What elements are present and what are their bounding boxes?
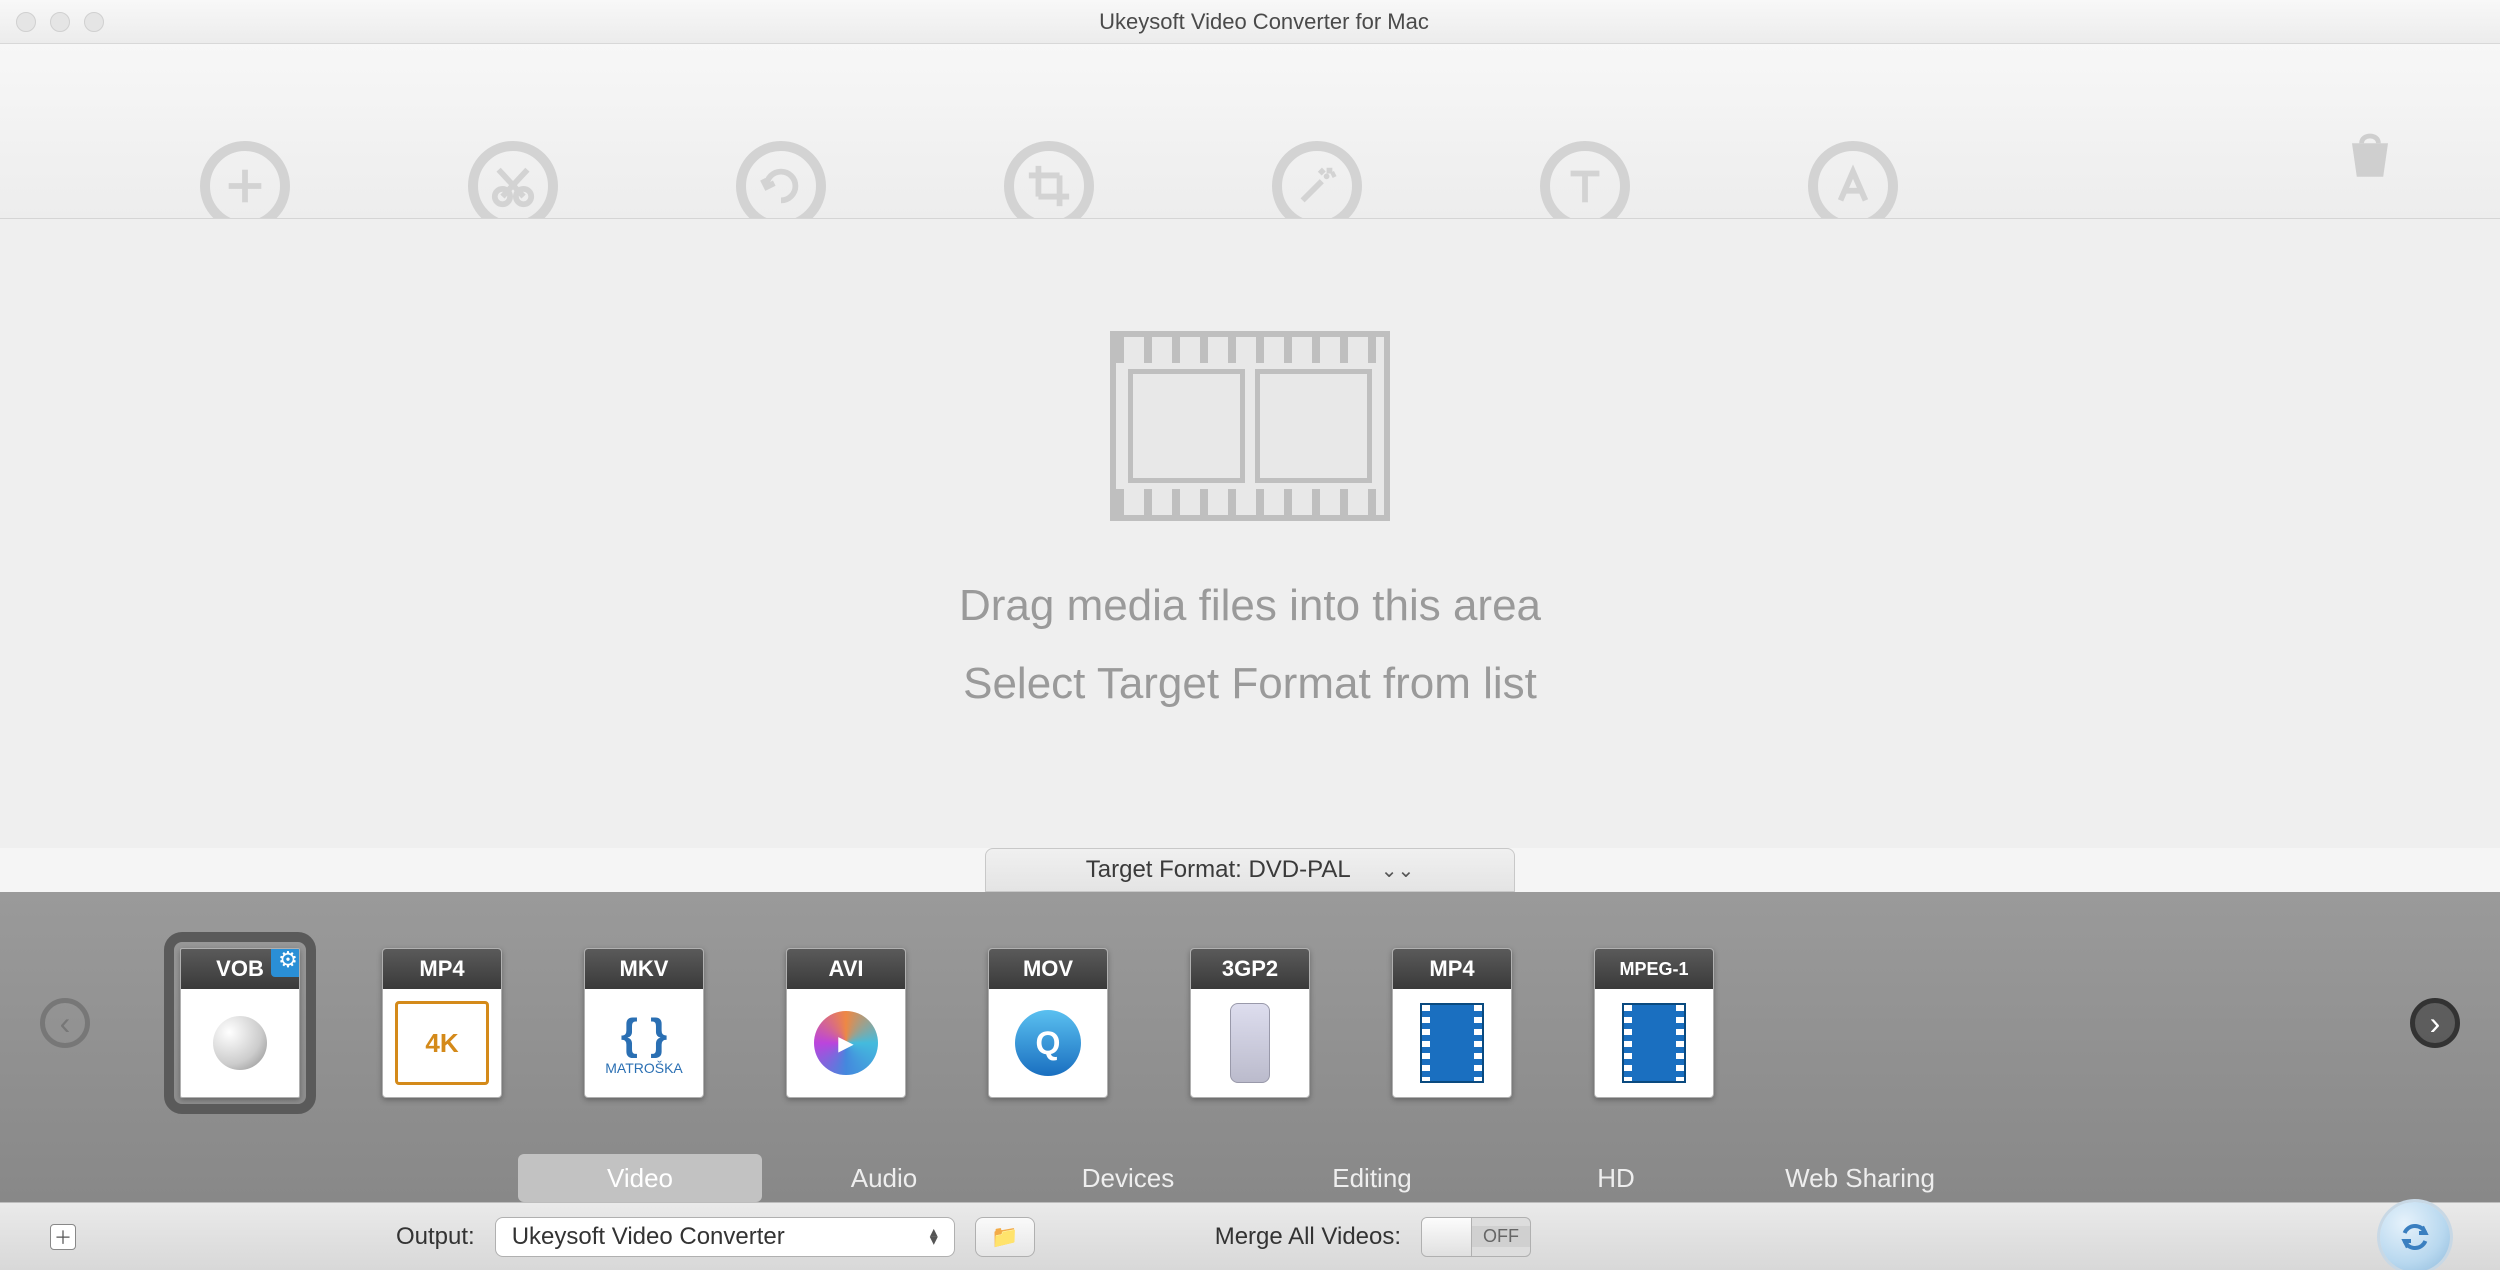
target-format-label: Target Format: DVD-PAL [1086,856,1351,884]
app-window: Ukeysoft Video Converter for Mac Drag me… [0,0,2500,1270]
target-format-dropdown[interactable]: Target Format: DVD-PAL ⌄⌄ [985,848,1515,892]
open-folder-button[interactable]: 📁 [975,1217,1035,1257]
add-small-button[interactable]: ＋ [50,1224,76,1250]
format-scroll-left[interactable]: ‹ [40,998,90,1048]
main-toolbar [0,44,2500,219]
format-body [181,989,299,1097]
convert-button[interactable] [2380,1202,2450,1270]
format-item-3gp2[interactable]: 3GP2 [1190,948,1310,1098]
tab-websharing[interactable]: Web Sharing [1738,1154,1982,1202]
format-body [1595,989,1713,1097]
window-title: Ukeysoft Video Converter for Mac [104,9,2424,35]
format-scroll-right[interactable]: › [2410,998,2460,1048]
format-body: ▶ [787,989,905,1097]
zoom-window-button[interactable] [84,12,104,32]
output-label: Output: [396,1223,475,1251]
drop-area[interactable]: Drag media files into this area Select T… [0,219,2500,848]
merge-toggle[interactable]: OFF [1421,1217,1531,1257]
tab-editing[interactable]: Editing [1250,1154,1494,1202]
format-code: MOV [989,949,1107,989]
format-body [1393,989,1511,1097]
format-item-mpeg1[interactable]: MPEG-1 [1594,948,1714,1098]
film-icon [1110,331,1390,521]
format-code: MKV [585,949,703,989]
updown-icon: ▴▾ [930,1229,938,1245]
toggle-knob [1422,1218,1472,1256]
add-icon[interactable] [200,141,290,219]
format-item-mp4-4k[interactable]: MP4 4K [382,948,502,1098]
format-code: MPEG-1 [1595,949,1713,989]
format-body: { }MATROŠKA [585,989,703,1097]
output-path-select[interactable]: Ukeysoft Video Converter ▴▾ [495,1217,955,1257]
format-item-avi[interactable]: AVI ▶ [786,948,906,1098]
titlebar: Ukeysoft Video Converter for Mac [0,0,2500,44]
tab-audio[interactable]: Audio [762,1154,1006,1202]
tab-hd[interactable]: HD [1494,1154,1738,1202]
crop-icon[interactable] [1004,141,1094,219]
tab-devices[interactable]: Devices [1006,1154,1250,1202]
merge-label: Merge All Videos: [1215,1223,1401,1251]
format-item-vob[interactable]: ⚙ VOB [180,948,300,1098]
format-code: 3GP2 [1191,949,1309,989]
rotate-icon[interactable] [736,141,826,219]
traffic-lights [16,12,104,32]
format-item-mp4[interactable]: MP4 [1392,948,1512,1098]
effect-icon[interactable] [1272,141,1362,219]
close-window-button[interactable] [16,12,36,32]
minimize-window-button[interactable] [50,12,70,32]
bottom-bar: ＋ Output: Ukeysoft Video Converter ▴▾ 📁 … [0,1202,2500,1270]
format-code: AVI [787,949,905,989]
category-tabs: Video Audio Devices Editing HD Web Shari… [0,1154,2500,1202]
format-item-mkv[interactable]: MKV { }MATROŠKA [584,948,704,1098]
format-body: 4K [395,1001,489,1085]
format-code: MP4 [383,949,501,989]
font-icon[interactable] [1808,141,1898,219]
refresh-icon [2395,1217,2435,1257]
format-items: ⚙ VOB MP4 4K MKV { }MATROŠKA AVI ▶ [180,948,1714,1098]
cut-icon[interactable] [468,141,558,219]
format-body [1191,989,1309,1097]
drop-hint-2: Select Target Format from list [963,659,1537,709]
drop-hint-1: Drag media files into this area [959,581,1541,631]
gear-icon[interactable]: ⚙ [271,948,300,977]
format-code: MP4 [1393,949,1511,989]
shop-icon[interactable] [2340,124,2400,189]
format-panel: ‹ ⚙ VOB MP4 4K MKV { }MATROŠKA AVI [0,892,2500,1202]
tab-video[interactable]: Video [518,1154,762,1202]
output-path-value: Ukeysoft Video Converter [512,1223,785,1251]
toolbar-icons [200,86,1898,176]
text-icon[interactable] [1540,141,1630,219]
toggle-state: OFF [1472,1226,1530,1247]
format-body: Q [989,989,1107,1097]
format-item-mov[interactable]: MOV Q [988,948,1108,1098]
chevron-down-icon: ⌄⌄ [1381,858,1415,883]
format-row: ‹ ⚙ VOB MP4 4K MKV { }MATROŠKA AVI [0,892,2500,1154]
folder-icon: 📁 [991,1224,1018,1250]
